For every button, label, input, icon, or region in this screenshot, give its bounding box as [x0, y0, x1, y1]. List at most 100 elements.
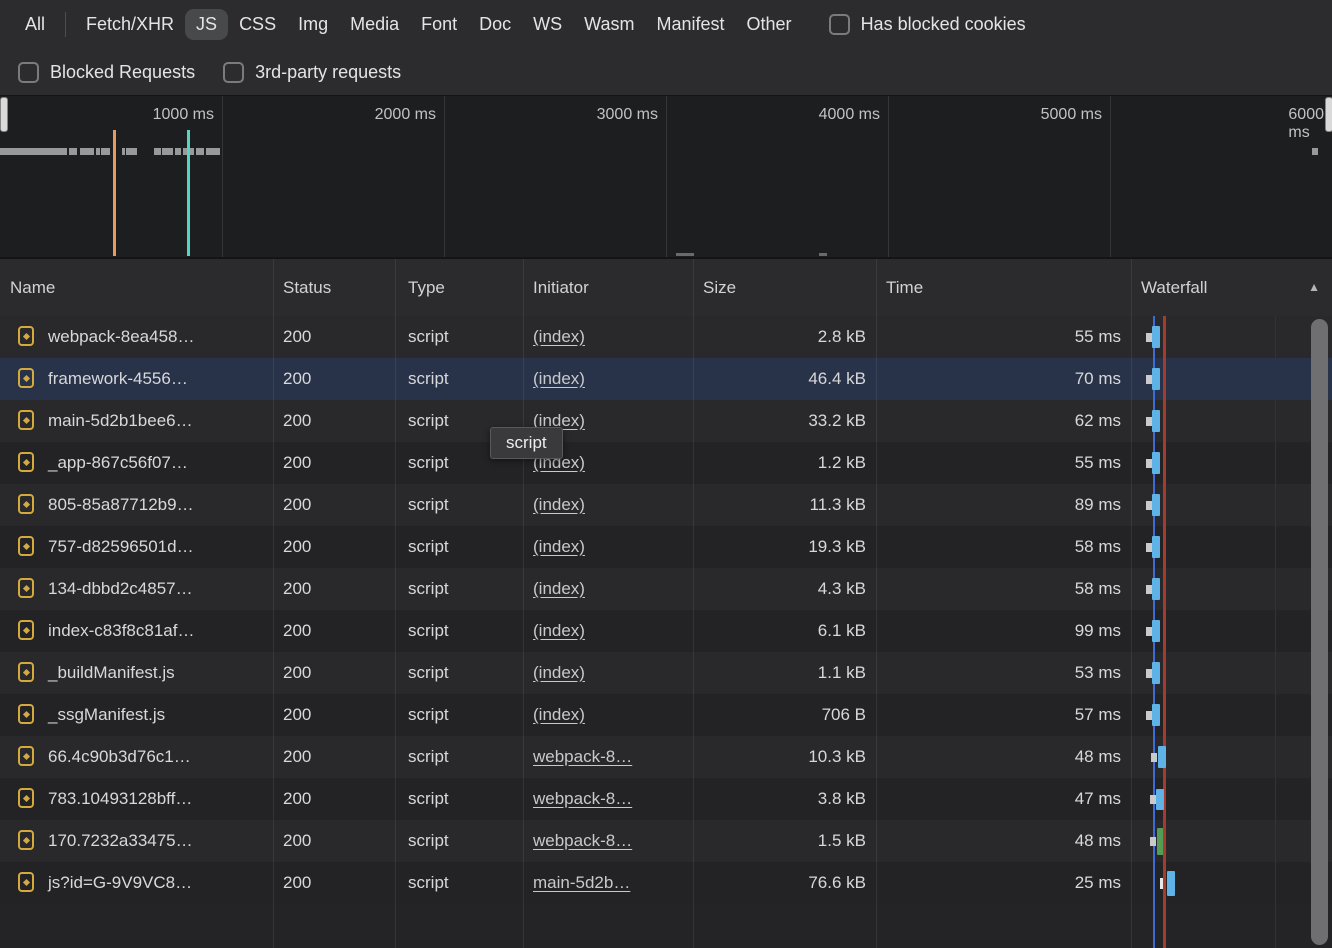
filter-row-secondary: Blocked Requests 3rd-party requests — [0, 49, 1332, 95]
request-name: 134-dbbd2c4857… — [48, 579, 193, 598]
initiator-link[interactable]: webpack-8… — [533, 789, 632, 808]
column-header-type[interactable]: Type — [395, 259, 536, 316]
request-row[interactable]: 170.7232a33475…200scriptwebpack-8…1.5 kB… — [0, 820, 1332, 862]
blocked-requests-label: Blocked Requests — [50, 62, 195, 83]
request-time: 57 ms — [876, 694, 1131, 736]
initiator-link[interactable]: (index) — [533, 495, 585, 514]
filter-tab-fetch-xhr[interactable]: Fetch/XHR — [75, 9, 185, 40]
request-row[interactable]: index-c83f8c81af…200script(index)6.1 kB9… — [0, 610, 1332, 652]
script-file-icon — [18, 620, 34, 640]
vertical-scrollbar-thumb[interactable] — [1311, 319, 1328, 945]
initiator-link[interactable]: webpack-8… — [533, 831, 632, 850]
network-activity-dash — [69, 148, 77, 155]
network-activity-dash — [162, 148, 173, 155]
request-status: 200 — [273, 610, 395, 652]
initiator-link[interactable]: webpack-8… — [533, 747, 632, 766]
filter-tab-media[interactable]: Media — [339, 9, 410, 40]
column-header-size[interactable]: Size — [693, 259, 886, 316]
request-name-cell: main-5d2b1bee6… — [0, 400, 273, 442]
initiator-link[interactable]: (index) — [533, 537, 585, 556]
filter-tab-js[interactable]: JS — [185, 9, 228, 40]
waterfall-download-bar[interactable] — [1152, 536, 1160, 558]
filter-tab-manifest[interactable]: Manifest — [646, 9, 736, 40]
column-header-status[interactable]: Status — [273, 259, 405, 316]
filter-tab-ws[interactable]: WS — [522, 9, 573, 40]
script-file-icon — [18, 410, 34, 430]
request-name: 66.4c90b3d76c1… — [48, 747, 191, 766]
request-row[interactable]: _buildManifest.js200script(index)1.1 kB5… — [0, 652, 1332, 694]
waterfall-download-bar[interactable] — [1152, 326, 1160, 348]
overview-left-grip-handle[interactable] — [0, 97, 8, 132]
request-time: 48 ms — [876, 736, 1131, 778]
column-header-time[interactable]: Time — [876, 259, 1141, 316]
waterfall-download-bar[interactable] — [1152, 368, 1160, 390]
request-time: 58 ms — [876, 568, 1131, 610]
waterfall-download-bar[interactable] — [1152, 704, 1160, 726]
request-row[interactable]: 134-dbbd2c4857…200script(index)4.3 kB58 … — [0, 568, 1332, 610]
waterfall-download-bar[interactable] — [1158, 746, 1166, 768]
waterfall-download-bar[interactable] — [1152, 662, 1160, 684]
initiator-link[interactable]: (index) — [533, 621, 585, 640]
waterfall-download-bar[interactable] — [1152, 452, 1160, 474]
overview-right-grip-handle[interactable] — [1325, 97, 1332, 132]
initiator-link[interactable]: (index) — [533, 663, 585, 682]
filter-tab-img[interactable]: Img — [287, 9, 339, 40]
request-size: 6.1 kB — [693, 610, 876, 652]
has-blocked-cookies-checkbox[interactable] — [829, 14, 850, 35]
waterfall-download-bar[interactable] — [1152, 410, 1160, 432]
column-header-label: Waterfall — [1141, 278, 1207, 297]
timeline-tick-label: 5000 ms — [1041, 106, 1102, 124]
request-name: main-5d2b1bee6… — [48, 411, 193, 430]
network-overview-timeline[interactable]: 1000 ms2000 ms3000 ms4000 ms5000 ms6000 … — [0, 95, 1332, 259]
requests-table-header: NameStatus TypeInitiatorSizeTimeWaterfall… — [0, 259, 1332, 317]
request-row[interactable]: 805-85a87712b9…200script(index)11.3 kB89… — [0, 484, 1332, 526]
column-header-waterfall[interactable]: Waterfall▲ — [1131, 259, 1332, 316]
initiator-link[interactable]: (index) — [533, 579, 585, 598]
waterfall-download-bar[interactable] — [1156, 789, 1164, 810]
request-row[interactable]: webpack-8ea458…200script(index)2.8 kB55 … — [0, 316, 1332, 358]
script-file-icon — [18, 578, 34, 598]
initiator-link[interactable]: (index) — [533, 327, 585, 346]
blocked-requests-checkbox[interactable] — [18, 62, 39, 83]
request-row[interactable]: 783.10493128bff…200scriptwebpack-8…3.8 k… — [0, 778, 1332, 820]
request-row[interactable]: main-5d2b1bee6…200script(index)33.2 kB62… — [0, 400, 1332, 442]
column-header-name[interactable]: Name — [0, 259, 283, 316]
initiator-link[interactable]: (index) — [533, 705, 585, 724]
request-row[interactable]: _ssgManifest.js200script(index)706 B57 m… — [0, 694, 1332, 736]
filter-tab-css[interactable]: CSS — [228, 9, 287, 40]
filter-tab-all[interactable]: All — [14, 9, 56, 40]
waterfall-download-bar[interactable] — [1167, 871, 1175, 896]
timeline-gridline — [1110, 96, 1111, 257]
waterfall-download-bar[interactable] — [1152, 578, 1160, 600]
request-row[interactable]: 66.4c90b3d76c1…200scriptwebpack-8…10.3 k… — [0, 736, 1332, 778]
request-size: 1.1 kB — [693, 652, 876, 694]
filter-tab-font[interactable]: Font — [410, 9, 468, 40]
filter-tab-doc[interactable]: Doc — [468, 9, 522, 40]
request-row[interactable]: js?id=G-9V9VC8…200scriptmain-5d2b…76.6 k… — [0, 862, 1332, 904]
request-status: 200 — [273, 484, 395, 526]
timeline-tick-label: 4000 ms — [819, 106, 880, 124]
third-party-requests-checkbox[interactable] — [223, 62, 244, 83]
request-name: js?id=G-9V9VC8… — [48, 873, 192, 892]
request-name-cell: _buildManifest.js — [0, 652, 273, 694]
waterfall-download-bar[interactable] — [1152, 620, 1160, 642]
request-size: 1.5 kB — [693, 820, 876, 862]
request-row[interactable]: 757-d82596501d…200script(index)19.3 kB58… — [0, 526, 1332, 568]
network-activity-dash — [126, 148, 137, 155]
column-header-initiator[interactable]: Initiator — [523, 259, 703, 316]
network-activity-dash — [80, 148, 94, 155]
column-header-label: Status — [283, 278, 331, 297]
orange-marker-line — [113, 130, 116, 256]
request-row[interactable]: framework-4556…200script(index)46.4 kB70… — [0, 358, 1332, 400]
has-blocked-cookies-filter: Has blocked cookies — [829, 14, 1026, 35]
filter-tab-wasm[interactable]: Wasm — [573, 9, 645, 40]
request-status: 200 — [273, 316, 395, 358]
initiator-link[interactable]: (index) — [533, 369, 585, 388]
request-row[interactable]: _app-867c56f07…200script(index)1.2 kB55 … — [0, 442, 1332, 484]
initiator-link[interactable]: main-5d2b… — [533, 873, 630, 892]
request-name: _ssgManifest.js — [48, 705, 165, 724]
request-status: 200 — [273, 526, 395, 568]
filter-tab-other[interactable]: Other — [736, 9, 803, 40]
request-size: 46.4 kB — [693, 358, 876, 400]
waterfall-download-bar[interactable] — [1152, 494, 1160, 516]
